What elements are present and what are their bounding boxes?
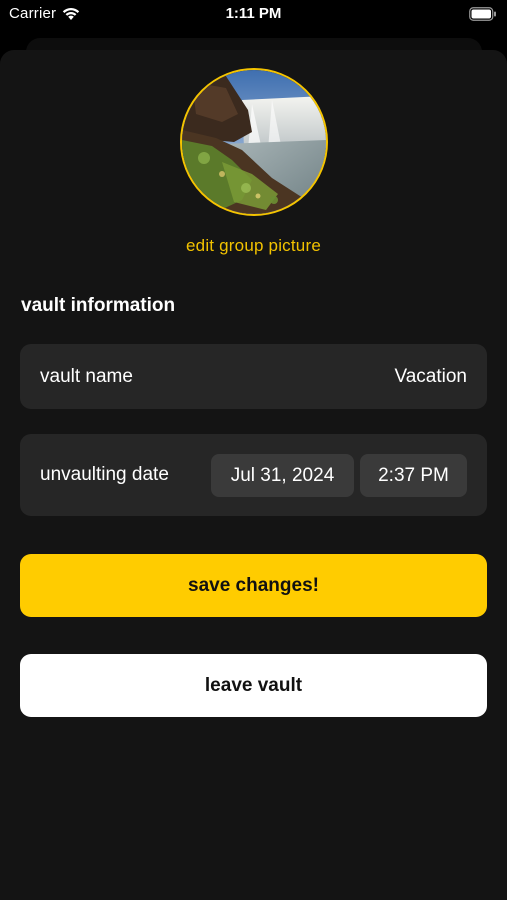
unvaulting-date-row: unvaulting date Jul 31, 2024 2:37 PM [20,434,487,516]
unvaulting-date-label: unvaulting date [40,464,169,485]
status-bar: Carrier 1:11 PM [0,0,507,30]
screen: Carrier 1:11 PM edit group picture vault… [0,0,507,900]
section-title: vault information [21,295,176,316]
group-picture-avatar[interactable] [180,68,328,216]
vault-name-label: vault name [40,365,133,387]
waterfall-image [182,70,326,214]
status-time: 1:11 PM [225,5,282,22]
vault-name-row: vault name Vacation [20,344,487,409]
edit-group-picture-link[interactable]: edit group picture [0,236,507,256]
leave-vault-button[interactable]: leave vault [20,654,487,717]
time-picker-button[interactable]: 2:37 PM [360,454,467,497]
battery-icon [469,7,497,21]
save-changes-button[interactable]: save changes! [20,554,487,617]
vault-name-input[interactable]: Vacation [394,366,467,388]
date-picker-button[interactable]: Jul 31, 2024 [211,454,354,497]
